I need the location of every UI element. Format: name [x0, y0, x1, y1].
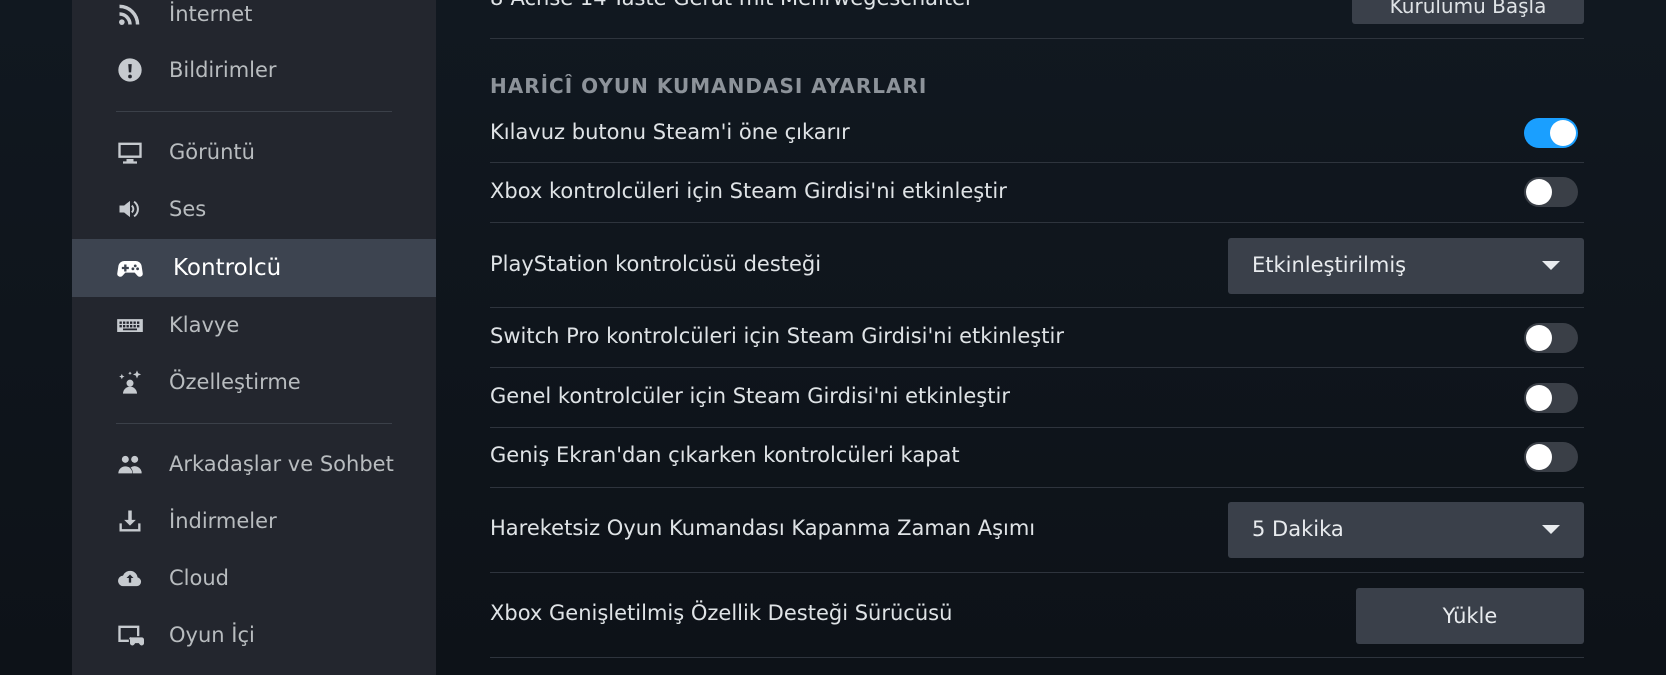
alert-circle-icon [115, 55, 145, 85]
toggle-knob [1526, 444, 1552, 470]
setting-row-xbox-input: Xbox kontrolcüleri için Steam Girdisi'ni… [490, 163, 1584, 223]
idle-timeout-dropdown[interactable]: 5 Dakika [1228, 502, 1584, 558]
sidebar-item-label: Özelleştirme [169, 370, 301, 394]
toggle-knob [1550, 120, 1576, 146]
sidebar-item-keyboard[interactable]: Klavye [72, 296, 436, 354]
keyboard-icon [115, 310, 145, 340]
monitor-icon [115, 137, 145, 167]
setting-label: Kılavuz butonu Steam'i öne çıkarır [490, 120, 850, 144]
setting-label: Genel kontrolcüler için Steam Girdisi'ni… [490, 384, 1010, 408]
setting-label: PlayStation kontrolcüsü desteği [490, 252, 822, 276]
sidebar-item-label: Oyun İçi [169, 623, 255, 647]
dropdown-value: Etkinleştirilmiş [1252, 253, 1407, 277]
speaker-icon [115, 194, 145, 224]
friends-icon [115, 449, 145, 479]
setting-label: Xbox kontrolcüleri için Steam Girdisi'ni… [490, 179, 1007, 203]
sidebar-item-label: Bildirimler [169, 58, 277, 82]
sidebar-item-label: İnternet [169, 2, 253, 26]
setting-row-controller-setup: 8-Achse 14-Taste Gerät mit Mehrwegeschal… [490, 0, 1584, 39]
sidebar-item-controller[interactable]: Kontrolcü [72, 239, 436, 297]
setting-row-idle-timeout: Hareketsiz Oyun Kumandası Kapanma Zaman … [490, 488, 1584, 573]
rss-icon [115, 0, 145, 29]
big-picture-off-toggle[interactable] [1524, 442, 1578, 472]
generic-input-toggle[interactable] [1524, 383, 1578, 413]
sidebar-item-label: Klavye [169, 313, 240, 337]
sidebar-item-label: Cloud [169, 566, 229, 590]
settings-sidebar: İnternet Bildirimler Görüntü Ses Kontrol… [72, 0, 436, 675]
sidebar-item-cloud[interactable]: Cloud [72, 549, 436, 607]
dropdown-value: 5 Dakika [1252, 517, 1344, 541]
ingame-icon [115, 620, 145, 650]
setting-label: Xbox Genişletilmiş Özellik Desteği Sürüc… [490, 601, 953, 625]
sidebar-item-in-game[interactable]: Oyun İçi [72, 606, 436, 664]
sidebar-item-label: Ses [169, 197, 207, 221]
begin-setup-button[interactable]: Kurulumu Başla [1352, 0, 1584, 24]
toggle-knob [1526, 385, 1552, 411]
sidebar-item-label: Kontrolcü [173, 255, 282, 281]
controller-settings-panel: 8-Achse 14-Taste Gerät mit Mehrwegeschal… [490, 0, 1584, 675]
settings-window: İnternet Bildirimler Görüntü Ses Kontrol… [0, 0, 1666, 675]
sidebar-item-downloads[interactable]: İndirmeler [72, 492, 436, 550]
setting-row-xbox-driver: Xbox Genişletilmiş Özellik Desteği Sürüc… [490, 573, 1584, 658]
cloud-sync-icon [115, 563, 145, 593]
caret-down-icon [1542, 261, 1560, 270]
sidebar-divider [116, 111, 392, 112]
sidebar-item-label: Görüntü [169, 140, 255, 164]
setting-label: Switch Pro kontrolcüleri için Steam Gird… [490, 324, 1064, 348]
playstation-support-dropdown[interactable]: Etkinleştirilmiş [1228, 238, 1584, 294]
sidebar-item-friends-chat[interactable]: Arkadaşlar ve Sohbet [72, 435, 436, 493]
sidebar-item-internet[interactable]: İnternet [72, 0, 436, 43]
sidebar-item-label: Arkadaşlar ve Sohbet [169, 452, 394, 476]
sidebar-divider [116, 423, 392, 424]
toggle-knob [1526, 179, 1552, 205]
section-title: HARİCÎ OYUN KUMANDASI AYARLARI [490, 74, 928, 98]
sidebar-item-customization[interactable]: Özelleştirme [72, 353, 436, 411]
gamepad-icon [115, 253, 145, 283]
install-driver-button[interactable]: Yükle [1356, 588, 1584, 644]
sidebar-item-display[interactable]: Görüntü [72, 123, 436, 181]
xbox-input-toggle[interactable] [1524, 177, 1578, 207]
caret-down-icon [1542, 525, 1560, 534]
toggle-knob [1526, 325, 1552, 351]
setting-row-switch-pro-input: Switch Pro kontrolcüleri için Steam Gird… [490, 308, 1584, 368]
sparkle-person-icon [115, 367, 145, 397]
setting-row-playstation-support: PlayStation kontrolcüsü desteği Etkinleş… [490, 223, 1584, 308]
setting-label: 8-Achse 14-Taste Gerät mit Mehrwegeschal… [490, 0, 974, 10]
sidebar-item-notifications[interactable]: Bildirimler [72, 41, 436, 99]
sidebar-item-sound[interactable]: Ses [72, 180, 436, 238]
setting-label: Geniş Ekran'dan çıkarken kontrolcüleri k… [490, 443, 960, 467]
switch-pro-input-toggle[interactable] [1524, 323, 1578, 353]
setting-row-big-picture-off: Geniş Ekran'dan çıkarken kontrolcüleri k… [490, 428, 1584, 488]
sidebar-item-label: İndirmeler [169, 509, 277, 533]
guide-button-toggle[interactable] [1524, 118, 1578, 148]
download-icon [115, 506, 145, 536]
setting-row-guide-button: Kılavuz butonu Steam'i öne çıkarır [490, 110, 1584, 163]
setting-label: Hareketsiz Oyun Kumandası Kapanma Zaman … [490, 516, 1036, 540]
setting-row-generic-input: Genel kontrolcüler için Steam Girdisi'ni… [490, 368, 1584, 428]
